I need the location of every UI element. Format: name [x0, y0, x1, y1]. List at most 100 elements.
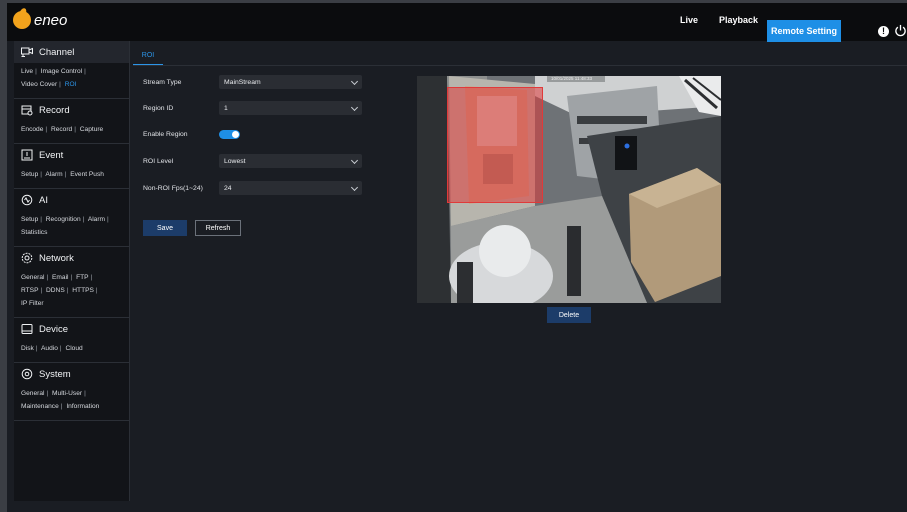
- ai-icon: [21, 194, 33, 206]
- chevron-down-icon: [350, 77, 359, 86]
- sidebar-links-device: Disk | Audio | Cloud: [21, 345, 83, 352]
- sidebar-section-network: Network General | Email | FTP | RTSP | DDNS |…: [14, 247, 129, 318]
- sidebar-link-alarm[interactable]: Alarm: [45, 171, 62, 178]
- app-window: eneo Live Playback Remote Setting ! Chan…: [7, 3, 907, 512]
- non-roi-fps-row: Non-ROI Fps(1~24) 24: [143, 181, 362, 195]
- sidebar-section-channel: Channel Live | Image Control | Video Cover…: [14, 41, 129, 99]
- network-icon: [21, 252, 33, 264]
- brand-name: eneo: [34, 11, 68, 29]
- record-icon: [21, 104, 33, 116]
- delete-button[interactable]: Delete: [547, 307, 591, 323]
- save-button[interactable]: Save: [143, 220, 187, 236]
- nav-remote-setting[interactable]: Remote Setting: [767, 20, 841, 42]
- sidebar-links-system: General | Multi-User | Maintenance | Inform…: [21, 390, 100, 410]
- device-icon: [21, 323, 33, 335]
- non-roi-fps-value: 24: [224, 184, 232, 192]
- sidebar-links-ai: Setup | Recognition | Alarm | Statistics: [21, 216, 109, 236]
- sidebar-links-network: General | Email | FTP | RTSP | DDNS | HTTPS | …: [21, 274, 98, 307]
- stream-type-label: Stream Type: [143, 78, 182, 86]
- sidebar-link-cloud[interactable]: Cloud: [65, 345, 82, 352]
- sidebar-links-channel: Live | Image Control | Video Cover | ROI: [21, 68, 86, 88]
- region-id-row: Region ID 1: [143, 101, 362, 115]
- toggle-knob: [232, 130, 239, 138]
- sidebar-link-setup[interactable]: Setup: [21, 171, 38, 178]
- sidebar-link-recognition[interactable]: Recognition: [46, 216, 81, 223]
- sidebar-link-video-cover[interactable]: Video Cover: [21, 81, 57, 88]
- enable-region-label: Enable Region: [143, 130, 188, 138]
- sidebar-link-live[interactable]: Live: [21, 68, 33, 75]
- sidebar-link-ip-filter[interactable]: IP Filter: [21, 300, 44, 307]
- sidebar-section-title: Channel: [39, 46, 75, 58]
- stream-type-select[interactable]: MainStream: [219, 75, 362, 89]
- top-bar: eneo Live Playback Remote Setting !: [7, 3, 907, 42]
- sidebar-link-general[interactable]: General: [21, 390, 44, 397]
- sidebar-link-information[interactable]: Information: [66, 403, 99, 410]
- sidebar-link-email[interactable]: Email: [52, 274, 69, 281]
- sidebar-link-event-push[interactable]: Event Push: [70, 171, 104, 178]
- roi-level-label: ROI Level: [143, 157, 174, 165]
- sidebar-item-network[interactable]: Network: [14, 247, 129, 269]
- sidebar-section-record: Record Encode | Record | Capture: [14, 99, 129, 144]
- sidebar-item-event[interactable]: Event: [14, 144, 129, 166]
- power-icon[interactable]: [894, 24, 907, 37]
- sidebar-section-title: AI: [39, 194, 48, 206]
- nav-live[interactable]: Live: [680, 15, 698, 25]
- roi-region-overlay[interactable]: [447, 87, 543, 203]
- sidebar-link-alarm[interactable]: Alarm: [88, 216, 105, 223]
- sidebar-link-roi[interactable]: ROI: [65, 81, 77, 88]
- chevron-down-icon: [350, 156, 359, 165]
- sidebar-link-capture[interactable]: Capture: [80, 126, 103, 133]
- sidebar-link-record[interactable]: Record: [51, 126, 72, 133]
- non-roi-fps-select[interactable]: 24: [219, 181, 362, 195]
- nav-playback[interactable]: Playback: [719, 15, 758, 25]
- enable-region-row: Enable Region: [143, 127, 240, 141]
- sidebar-link-audio[interactable]: Audio: [41, 345, 58, 352]
- non-roi-fps-label: Non-ROI Fps(1~24): [143, 184, 203, 192]
- roi-level-row: ROI Level Lowest: [143, 154, 362, 168]
- sidebar-link-statistics[interactable]: Statistics: [21, 229, 47, 236]
- sidebar-item-record[interactable]: Record: [14, 99, 129, 121]
- tab-roi[interactable]: ROI: [133, 48, 163, 66]
- sidebar-section-event: Event Setup | Alarm | Event Push: [14, 144, 129, 189]
- event-icon: [21, 149, 33, 161]
- sidebar-link-general[interactable]: General: [21, 274, 44, 281]
- sidebar-link-https[interactable]: HTTPS: [72, 287, 94, 294]
- sidebar-link-rtsp[interactable]: RTSP: [21, 287, 38, 294]
- chevron-down-icon: [350, 183, 359, 192]
- sidebar-section-title: Network: [39, 252, 74, 264]
- sidebar-section-system: System General | Multi-User | Maintenance |…: [14, 363, 129, 421]
- sidebar-item-ai[interactable]: AI: [14, 189, 129, 211]
- sidebar-item-system[interactable]: System: [14, 363, 129, 385]
- refresh-button[interactable]: Refresh: [195, 220, 241, 236]
- sidebar-section-device: Device Disk | Audio | Cloud: [14, 318, 129, 363]
- enable-region-toggle[interactable]: [219, 129, 240, 139]
- camera-preview[interactable]: 10/01/2025 11:48:33: [417, 76, 721, 303]
- region-id-select[interactable]: 1: [219, 101, 362, 115]
- chevron-down-icon: [350, 103, 359, 112]
- sidebar-section-title: Event: [39, 149, 64, 161]
- brand-logo: eneo: [13, 11, 67, 29]
- system-icon: [21, 368, 33, 380]
- info-icon[interactable]: !: [878, 26, 889, 37]
- roi-level-select[interactable]: Lowest: [219, 154, 362, 168]
- eneo-logo-icon: [13, 11, 31, 29]
- sidebar-item-channel[interactable]: Channel: [14, 41, 129, 63]
- camera-timestamp: 10/01/2025 11:48:33: [551, 76, 592, 81]
- sidebar-link-image-control[interactable]: Image Control: [41, 68, 82, 75]
- sidebar-link-multi-user[interactable]: Multi-User: [52, 390, 82, 397]
- sidebar-link-ddns[interactable]: DDNS: [46, 287, 65, 294]
- sidebar-links-record: Encode | Record | Capture: [21, 126, 104, 133]
- settings-sidebar: Channel Live | Image Control | Video Cover…: [14, 41, 130, 501]
- sidebar-link-maintenance[interactable]: Maintenance: [21, 403, 59, 410]
- region-id-label: Region ID: [143, 104, 174, 112]
- sidebar-section-title: System: [39, 368, 71, 380]
- sidebar-link-encode[interactable]: Encode: [21, 126, 43, 133]
- stream-type-value: MainStream: [224, 78, 261, 86]
- sidebar-item-device[interactable]: Device: [14, 318, 129, 340]
- sidebar-link-setup[interactable]: Setup: [21, 216, 38, 223]
- tab-divider: [133, 65, 907, 66]
- sidebar-link-disk[interactable]: Disk: [21, 345, 34, 352]
- sidebar-link-ftp[interactable]: FTP: [76, 274, 88, 281]
- region-id-value: 1: [224, 104, 228, 112]
- sidebar-links-event: Setup | Alarm | Event Push: [21, 171, 104, 178]
